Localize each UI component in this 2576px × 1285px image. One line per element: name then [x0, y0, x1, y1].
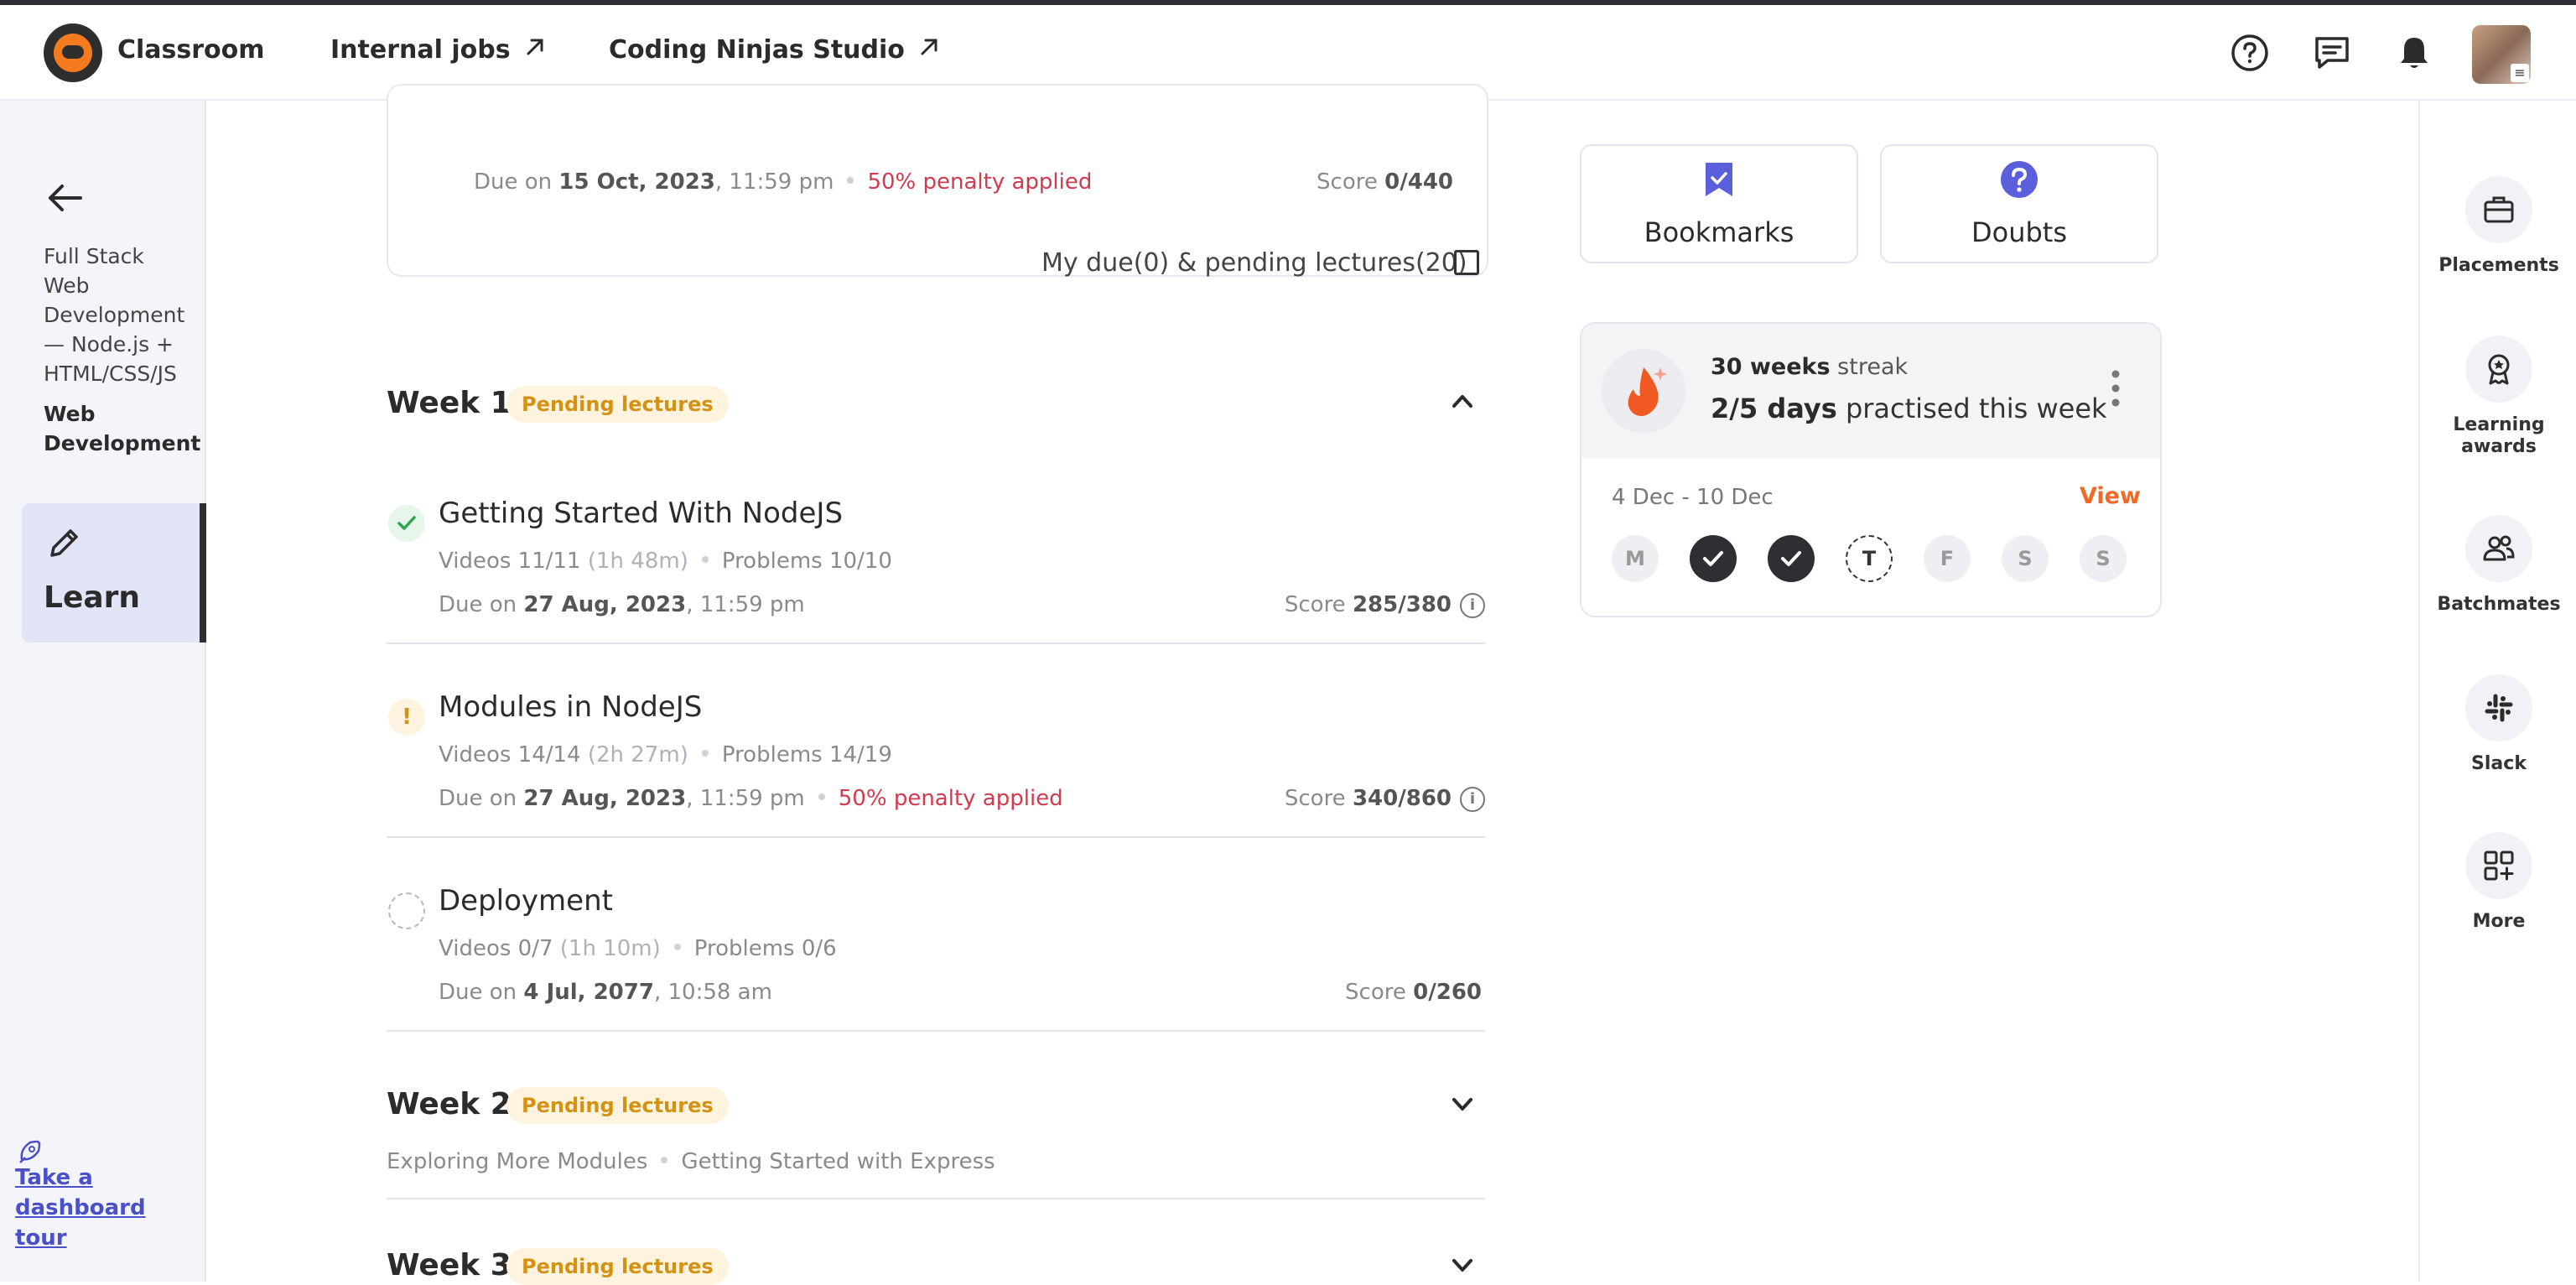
dashboard-tour-link[interactable]: Take a dashboard tour [15, 1163, 200, 1253]
learning-awards-label: Learning awards [2453, 414, 2545, 457]
bookmarks-button[interactable]: Bookmarks [1580, 144, 1858, 263]
lecture-due: Due on 4 Jul, 2077, 10:58 am [439, 980, 772, 1005]
chat-icon[interactable] [2313, 34, 2351, 72]
pending-filter-checkbox[interactable] [1454, 250, 1479, 275]
batchmates-item[interactable]: Batchmates [2420, 515, 2576, 616]
slack-icon [2485, 694, 2513, 722]
briefcase-icon [2484, 196, 2514, 223]
left-navigation: Full Stack Web Development — Node.js + H… [0, 101, 206, 1282]
warning-icon: ! [388, 699, 425, 736]
lecture-score: Score 340/860 i [1285, 786, 1485, 812]
coding-ninjas-studio-label: Coding Ninjas Studio [609, 35, 905, 65]
doubts-label: Doubts [1971, 216, 2068, 248]
menu-icon: ≡ [2511, 64, 2529, 82]
lecture-title: Deployment [439, 884, 613, 918]
chevron-down-icon[interactable] [1447, 1089, 1478, 1119]
coding-ninjas-studio-link[interactable]: Coding Ninjas Studio [609, 35, 940, 65]
user-avatar[interactable]: ≡ [2472, 25, 2531, 84]
help-icon[interactable] [2231, 34, 2269, 72]
brand-name[interactable]: Classroom [117, 35, 265, 65]
learning-awards-item[interactable]: Learning awards [2420, 336, 2576, 458]
pending-badge: Pending lectures [506, 1087, 729, 1124]
question-icon [2001, 161, 2038, 198]
day-monday: M [1612, 535, 1659, 582]
internal-jobs-label: Internal jobs [330, 35, 511, 65]
week-2-subtopics: Exploring More Modules Getting Started wi… [387, 1149, 995, 1174]
divider [387, 1198, 1485, 1199]
divider [387, 836, 1485, 838]
completed-check-icon [388, 505, 425, 542]
week-2-title[interactable]: Week 2 [387, 1087, 512, 1121]
doubts-button[interactable]: Doubts [1880, 144, 2158, 263]
arrow-up-right-icon [524, 35, 546, 65]
more-item[interactable]: More [2420, 832, 2576, 933]
day-friday: F [1924, 535, 1971, 582]
lecture-due: Due on 27 Aug, 2023, 11:59 pm 50% penalty… [439, 786, 1063, 811]
lecture-due: Due on 27 Aug, 2023, 11:59 pm [439, 592, 805, 617]
grid-plus-icon [2484, 851, 2514, 881]
lecture-score: Score 285/380 i [1285, 592, 1485, 618]
course-title: Full Stack Web Development — Node.js + H… [44, 244, 185, 386]
internal-jobs-link[interactable]: Internal jobs [330, 35, 546, 65]
divider [387, 642, 1485, 644]
streak-weeks: 30 weeks streak [1711, 354, 1909, 380]
streak-days: 2/5 days practised this week [1711, 393, 2107, 424]
day-saturday: S [2002, 535, 2049, 582]
right-rail: Placements Learning awards Batchmates Sl… [2418, 101, 2576, 1282]
check-icon [1703, 551, 1723, 566]
week-3-title[interactable]: Week 3 [387, 1248, 512, 1282]
day-completed [1690, 535, 1737, 582]
day-today: T [1846, 535, 1893, 582]
info-icon[interactable]: i [1460, 592, 1485, 618]
learn-nav-item[interactable]: Learn [22, 503, 206, 642]
pending-badge: Pending lectures [506, 386, 729, 423]
check-icon [1781, 551, 1801, 566]
rocket-icon [19, 1140, 41, 1163]
more-label: More [2472, 911, 2526, 932]
award-icon [2488, 354, 2510, 385]
lecture-progress: Videos 11/11 (1h 48m) Problems 10/10 [439, 549, 892, 574]
lecture-score: Score 0/260 [1345, 980, 1482, 1005]
penalty-text: 50% penalty applied [867, 169, 1093, 195]
arrow-up-right-icon [918, 35, 940, 65]
day-completed [1768, 535, 1815, 582]
coding-ninjas-logo[interactable] [44, 23, 102, 82]
lecture-progress: Videos 0/7 (1h 10m) Problems 0/6 [439, 936, 837, 961]
main-content: Due on 15 Oct, 2023, 11:59 pm 50% penalty… [206, 84, 2432, 1285]
divider [387, 1030, 1485, 1032]
kebab-menu-icon[interactable] [2111, 367, 2120, 409]
slack-label: Slack [2471, 753, 2527, 774]
not-started-icon [388, 892, 425, 929]
streak-date-range: 4 Dec - 10 Dec [1612, 485, 1774, 510]
streak-view-link[interactable]: View [2080, 483, 2141, 509]
chevron-up-icon[interactable] [1447, 386, 1478, 416]
lecture-title: Getting Started With NodeJS [439, 497, 844, 530]
lecture-title: Modules in NodeJS [439, 690, 703, 724]
bookmark-icon [1706, 163, 1732, 196]
week-1-title[interactable]: Week 1 [387, 386, 512, 420]
active-indicator [200, 503, 206, 642]
placements-item[interactable]: Placements [2420, 176, 2576, 277]
back-arrow-icon[interactable] [44, 176, 87, 220]
bell-icon[interactable] [2395, 34, 2433, 72]
previous-score: Score 0/440 [1317, 169, 1453, 195]
chevron-down-icon[interactable] [1447, 1250, 1478, 1280]
placements-label: Placements [2438, 255, 2559, 276]
day-sunday: S [2080, 535, 2127, 582]
flame-icon [1602, 349, 1685, 433]
learn-label: Learn [44, 580, 141, 615]
slack-item[interactable]: Slack [2420, 674, 2576, 775]
streak-card: 30 weeks streak 2/5 days practised this … [1580, 322, 2162, 617]
bookmarks-label: Bookmarks [1644, 216, 1794, 248]
pending-badge: Pending lectures [506, 1248, 729, 1285]
batchmates-label: Batchmates [2437, 594, 2561, 615]
users-icon [2483, 535, 2515, 561]
pencil-icon [50, 529, 78, 557]
info-icon[interactable]: i [1460, 786, 1485, 812]
previous-due-line: Due on 15 Oct, 2023, 11:59 pm 50% penalty… [474, 169, 1093, 195]
pending-filter-label: My due(0) & pending lectures(20) [1041, 248, 1467, 278]
subject-title: Web Development [44, 402, 201, 455]
lecture-progress: Videos 14/14 (2h 27m) Problems 14/19 [439, 742, 892, 767]
